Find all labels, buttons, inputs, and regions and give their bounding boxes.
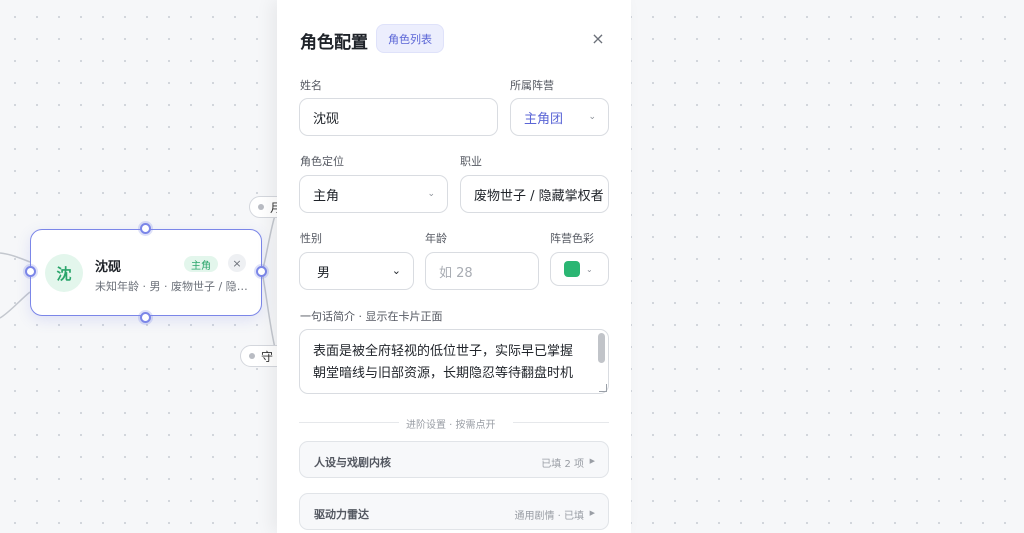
character-config-panel: 角色配置 角色列表 × 姓名 沈砚 所属阵营 主角团 ⌄ 角色定位 主角 ⌄ 职… [277,0,631,533]
job-value: 废物世子 / 隐藏掌权者 [474,188,604,204]
connection-handle-left[interactable] [25,266,36,277]
node-remove-icon[interactable]: × [228,254,246,272]
advanced-divider-label: 进阶设置 · 按需点开 [406,420,496,431]
age-input[interactable]: 如 28 [425,252,539,290]
node-subtitle: 未知年龄 · 男 · 废物世子 / 隐藏掌权者 [95,280,250,293]
role-value: 主角 [313,188,340,204]
section-motivation-radar[interactable]: 驱动力雷达 通用剧情 · 已填 ▶ [299,493,609,530]
edge-dot-icon [249,353,255,359]
color-swatch [564,261,580,277]
chevron-down-icon: ⌄ [391,264,401,277]
section-meta: 已填 2 项 [541,459,584,470]
resize-handle-icon[interactable] [599,384,607,392]
caret-right-icon: ▶ [589,509,595,517]
intro-text: 表面是被全府轻视的低位世子，实际早已掌握朝堂暗线与旧部资源，长期隐忍等待翻盘时机 [313,344,574,381]
connection-handle-right[interactable] [256,266,267,277]
job-field[interactable]: 废物世子 / 隐藏掌权者 [460,175,609,213]
intro-label: 一句话简介 · 显示在卡片正面 [300,310,443,323]
character-list-button[interactable]: 角色列表 [376,24,444,53]
textarea-scrollbar[interactable] [598,333,605,363]
job-label: 职业 [460,155,482,168]
divider [513,422,609,423]
avatar: 沈 [45,254,83,292]
section-title: 驱动力雷达 [314,508,369,521]
edge-label-text: 守 [261,349,274,364]
chevron-down-icon: ⌄ [588,112,596,122]
age-placeholder: 如 28 [439,265,473,281]
name-value: 沈砚 [313,111,340,127]
age-label: 年龄 [425,232,447,245]
connection-handle-top[interactable] [140,223,151,234]
name-label: 姓名 [300,79,322,92]
gender-select[interactable]: 男 ⌄ [299,252,414,290]
role-select[interactable]: 主角 ⌄ [299,175,448,213]
character-node[interactable]: 沈 沈砚 主角 × 未知年龄 · 男 · 废物世子 / 隐藏掌权者 [30,229,262,316]
connection-handle-bottom[interactable] [140,312,151,323]
page-title: 角色配置 [300,33,368,53]
faction-label: 所属阵营 [510,79,554,92]
name-field[interactable]: 沈砚 [299,98,498,136]
faction-color-picker[interactable]: ⌄ [550,252,609,286]
caret-right-icon: ▶ [589,457,595,465]
chevron-down-icon: ⌄ [427,189,435,199]
intro-textarea[interactable]: 表面是被全府轻视的低位世子，实际早已掌握朝堂暗线与旧部资源，长期隐忍等待翻盘时机 [299,329,609,394]
faction-value: 主角团 [524,111,564,127]
section-title: 人设与戏剧内核 [314,456,391,469]
color-label: 阵营色彩 [550,232,594,245]
node-name: 沈砚 [95,260,122,275]
close-icon[interactable]: × [590,28,606,48]
gender-label: 性别 [300,232,322,245]
role-badge: 主角 [184,256,218,272]
section-meta: 通用剧情 · 已填 [514,511,584,522]
divider [299,422,399,423]
gender-value: 男 [317,265,331,281]
section-persona-core[interactable]: 人设与戏剧内核 已填 2 项 ▶ [299,441,609,478]
edge-dot-icon [258,204,264,210]
faction-select[interactable]: 主角团 ⌄ [510,98,609,136]
chevron-down-icon: ⌄ [586,264,593,274]
role-label: 角色定位 [300,155,344,168]
